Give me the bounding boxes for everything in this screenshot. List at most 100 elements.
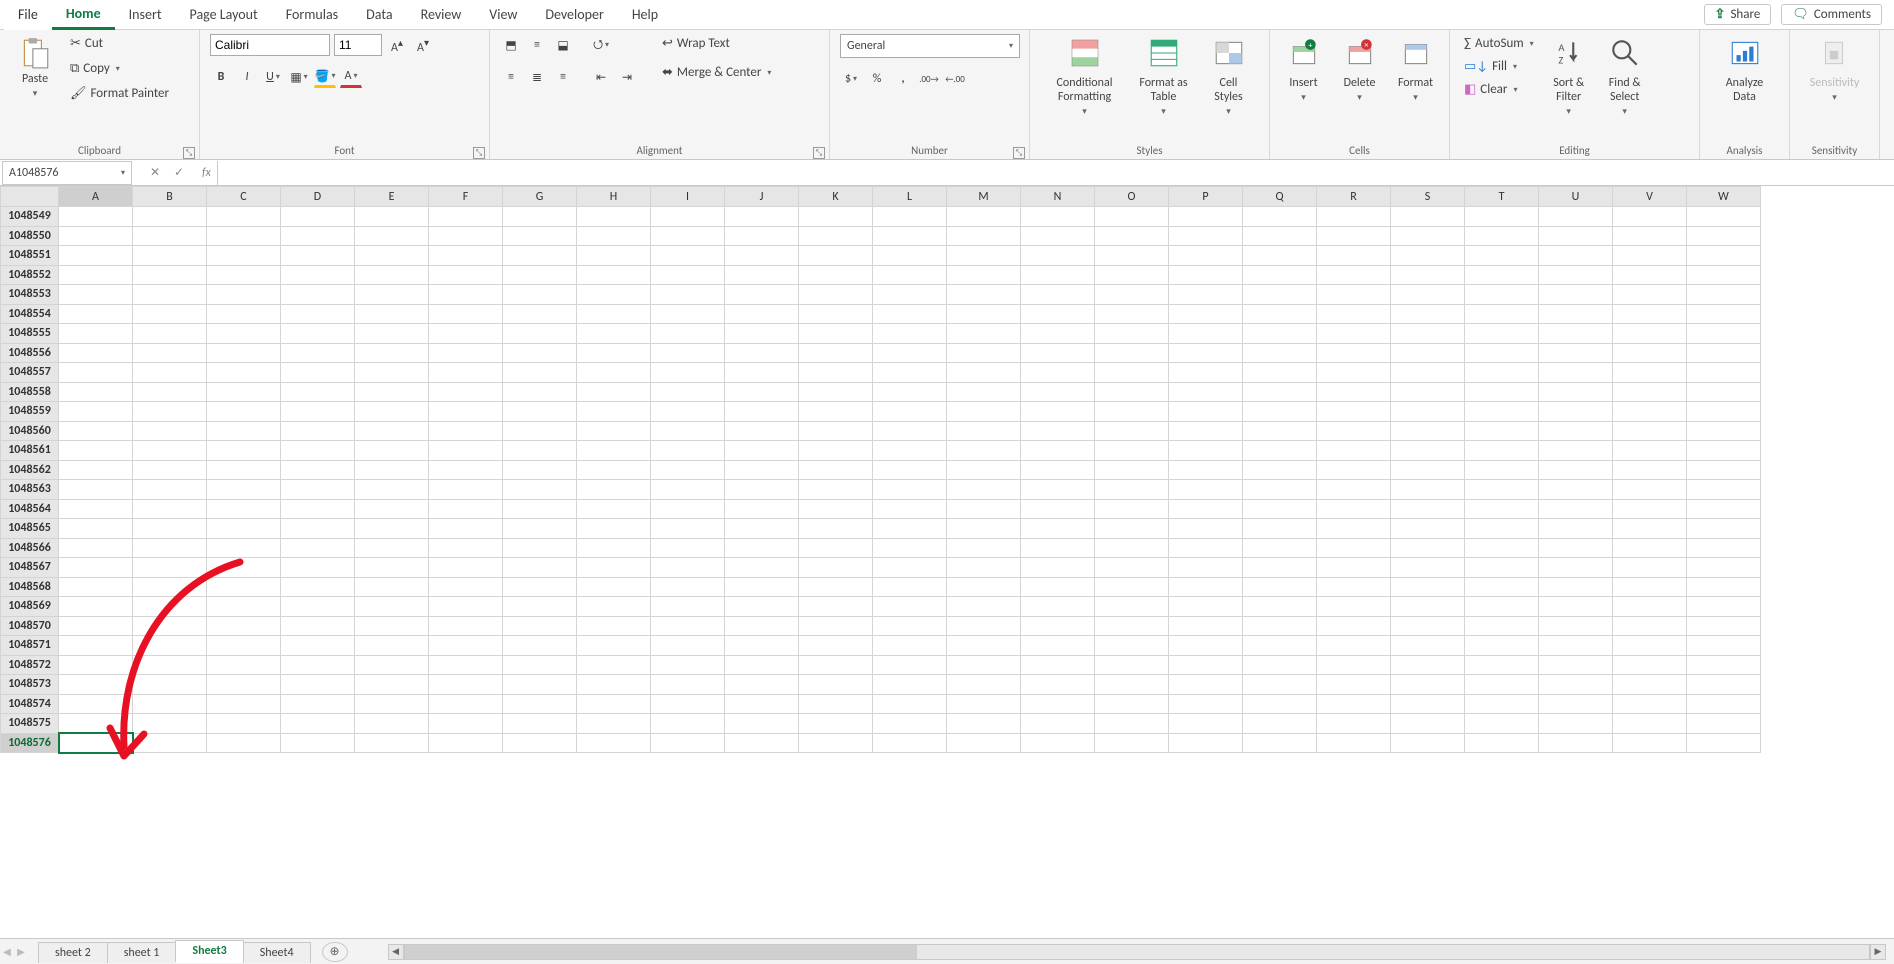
cell[interactable] [577, 265, 651, 285]
cell[interactable] [577, 714, 651, 734]
cell[interactable] [1465, 597, 1539, 617]
cell[interactable] [429, 343, 503, 363]
cell[interactable] [133, 597, 207, 617]
cell[interactable] [1613, 441, 1687, 461]
cell[interactable] [1243, 636, 1317, 656]
cell[interactable] [133, 285, 207, 305]
cell[interactable] [725, 558, 799, 578]
cell[interactable] [281, 343, 355, 363]
cell[interactable] [1317, 441, 1391, 461]
cell[interactable] [1687, 655, 1761, 675]
cell[interactable] [1169, 616, 1243, 636]
cell[interactable] [1465, 480, 1539, 500]
align-right-button[interactable]: ≡ [552, 66, 574, 88]
row-header[interactable]: 1048564 [1, 499, 59, 519]
wrap-text-button[interactable]: ↩ Wrap Text [658, 34, 775, 53]
cell[interactable] [503, 519, 577, 539]
cell[interactable] [947, 324, 1021, 344]
cell[interactable] [1095, 616, 1169, 636]
cell[interactable] [133, 343, 207, 363]
cell[interactable] [799, 577, 873, 597]
cell[interactable] [1613, 714, 1687, 734]
cell[interactable] [1539, 655, 1613, 675]
cell[interactable] [1391, 636, 1465, 656]
cell[interactable] [355, 694, 429, 714]
cell[interactable] [725, 675, 799, 695]
cell[interactable] [503, 402, 577, 422]
decrease-indent-button[interactable]: ⇤ [590, 66, 612, 88]
cell[interactable] [725, 246, 799, 266]
enter-formula-button[interactable]: ✓ [168, 162, 190, 184]
cell[interactable] [133, 363, 207, 383]
cell[interactable] [207, 265, 281, 285]
cell[interactable] [503, 675, 577, 695]
cell[interactable] [725, 343, 799, 363]
cell[interactable] [577, 519, 651, 539]
cell[interactable] [725, 382, 799, 402]
cell[interactable] [651, 207, 725, 227]
number-format-combo[interactable]: General ▾ [840, 34, 1020, 58]
font-color-button[interactable]: A▾ [340, 66, 362, 88]
cell[interactable] [947, 207, 1021, 227]
cell[interactable] [577, 499, 651, 519]
row-header[interactable]: 1048557 [1, 363, 59, 383]
cell[interactable] [799, 733, 873, 753]
cell[interactable] [1169, 382, 1243, 402]
cell[interactable] [281, 441, 355, 461]
cell[interactable] [577, 616, 651, 636]
column-header-S[interactable]: S [1391, 187, 1465, 207]
cell[interactable] [1391, 694, 1465, 714]
cell[interactable] [59, 499, 133, 519]
sheet-nav-next[interactable]: ▶ [14, 945, 28, 958]
cell[interactable] [1317, 285, 1391, 305]
cell[interactable] [429, 714, 503, 734]
cell[interactable] [281, 246, 355, 266]
cell[interactable] [1243, 402, 1317, 422]
cell[interactable] [281, 226, 355, 246]
cell[interactable] [59, 285, 133, 305]
cell[interactable] [1539, 480, 1613, 500]
cell[interactable] [281, 636, 355, 656]
cell[interactable] [1539, 499, 1613, 519]
cell[interactable] [1391, 733, 1465, 753]
font-size-combo[interactable] [334, 34, 382, 56]
cell[interactable] [1243, 538, 1317, 558]
cell[interactable] [947, 675, 1021, 695]
column-header-I[interactable]: I [651, 187, 725, 207]
cell[interactable] [1169, 304, 1243, 324]
cell[interactable] [429, 324, 503, 344]
cell[interactable] [207, 343, 281, 363]
cell[interactable] [1317, 226, 1391, 246]
cell[interactable] [1539, 538, 1613, 558]
cell[interactable] [1317, 460, 1391, 480]
cell[interactable] [1169, 226, 1243, 246]
cell[interactable] [873, 226, 947, 246]
cell[interactable] [429, 285, 503, 305]
column-header-T[interactable]: T [1465, 187, 1539, 207]
alignment-launcher[interactable]: ⤡ [813, 147, 825, 159]
cell[interactable] [577, 441, 651, 461]
cell[interactable] [651, 480, 725, 500]
cell[interactable] [1317, 616, 1391, 636]
row-header[interactable]: 1048560 [1, 421, 59, 441]
cell[interactable] [1243, 324, 1317, 344]
cell[interactable] [1243, 285, 1317, 305]
cell[interactable] [503, 382, 577, 402]
cell[interactable] [355, 499, 429, 519]
cell[interactable] [1539, 714, 1613, 734]
cell[interactable] [577, 246, 651, 266]
cell[interactable] [1539, 733, 1613, 753]
cell[interactable] [577, 597, 651, 617]
cell[interactable] [651, 694, 725, 714]
cell[interactable] [1465, 304, 1539, 324]
cell[interactable] [651, 324, 725, 344]
cell[interactable] [1539, 577, 1613, 597]
paste-button[interactable]: Paste ▾ [10, 34, 60, 101]
cell[interactable] [1391, 382, 1465, 402]
cell[interactable] [1687, 246, 1761, 266]
tab-developer[interactable]: Developer [531, 0, 617, 30]
cell[interactable] [725, 577, 799, 597]
cell[interactable] [577, 363, 651, 383]
cell[interactable] [1095, 285, 1169, 305]
cell[interactable] [355, 382, 429, 402]
